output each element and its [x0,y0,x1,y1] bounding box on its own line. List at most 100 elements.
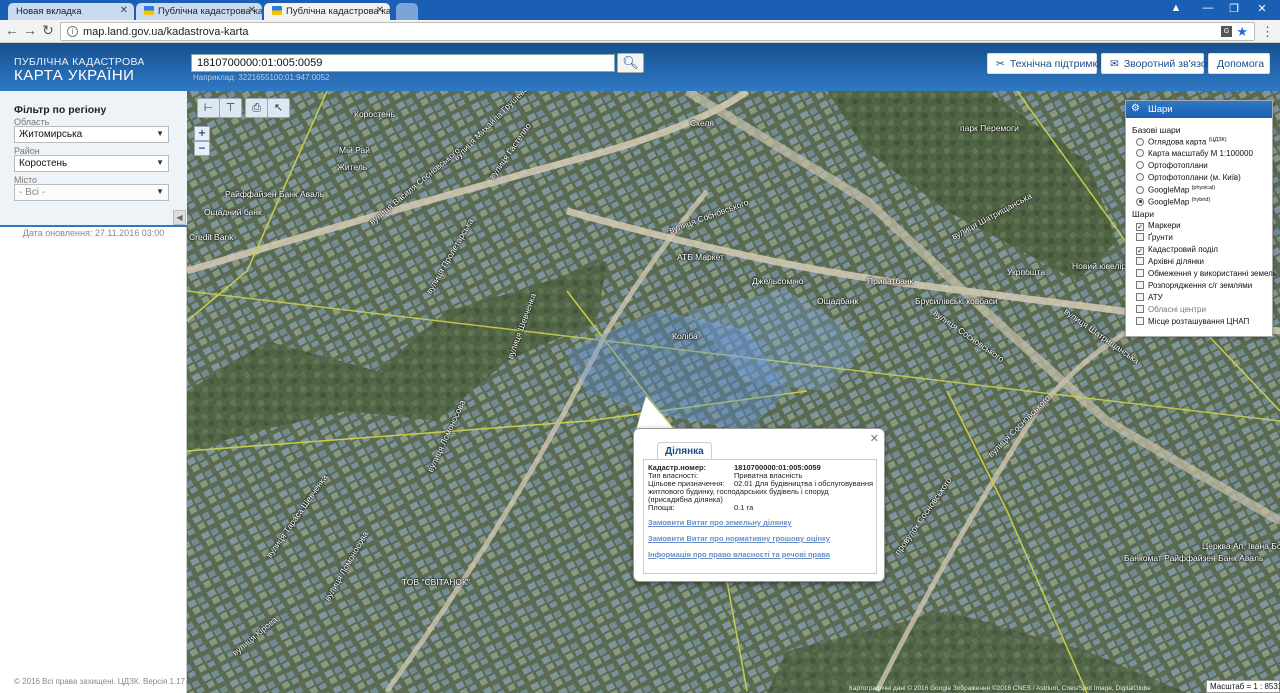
rayon-select[interactable]: Коростень ▼ [14,155,169,172]
map-label: Джельсоміно [752,276,804,286]
gear-icon: ⚙ [1131,103,1140,114]
misto-select[interactable]: - Всі - ▼ [14,184,169,201]
help-button[interactable]: Допомога [1208,53,1270,74]
minimize-icon[interactable]: — [1198,2,1218,14]
close-tab-icon[interactable]: ✕ [120,5,128,16]
overlay-layer-option[interactable]: Розпорядження с/г землями [1136,281,1252,290]
info-icon[interactable]: i [67,26,78,37]
layer-label: Кадастровий поділ [1148,245,1218,254]
restore-icon[interactable]: ❐ [1224,2,1244,15]
browser-menu-icon[interactable]: ⋮ [1261,24,1274,40]
browser-tab-active[interactable]: Публічна кадастрова ка ✕ [264,3,390,20]
overlay-layer-option[interactable]: ✓ Маркери [1136,221,1181,231]
layer-label: Обмеження у використанні земель [1148,269,1277,278]
checkbox-icon[interactable] [1136,233,1144,241]
oblast-value: Житомирська [19,129,83,140]
map-view[interactable]: Коростень Скеля парк Перемоги Мій Рай Жи… [187,91,1280,693]
measure-area-icon[interactable]: ⊤ [219,98,242,118]
favicon-icon [144,6,154,15]
misto-value: - Всі - [19,187,46,198]
search-button[interactable]: 🔍︎ [617,53,644,73]
order-valuation-extract-link[interactable]: Замовити Витяг про нормативну грошову оц… [648,534,830,543]
checkbox-icon[interactable] [1136,269,1144,277]
close-tab-icon[interactable]: ✕ [248,5,256,16]
overlay-layer-option[interactable]: Місце розташування ЦНАП [1136,317,1249,326]
rayon-value: Коростень [19,158,68,169]
region-filter: Фільтр по регіону Область Житомирська ▼ … [0,91,187,227]
forward-icon[interactable]: → [21,22,39,38]
help-label: Допомога [1217,58,1265,70]
filter-title: Фільтр по регіону [14,104,107,116]
oblast-select[interactable]: Житомирська ▼ [14,126,169,143]
checkbox-checked-icon[interactable]: ✓ [1136,223,1144,231]
zoom-in-button[interactable]: + [194,126,210,141]
base-layer-option[interactable]: Ортофотоплани (м. Київ) [1136,173,1241,182]
overlay-layers-title: Шари [1132,209,1154,219]
map-label: Брусилівські ковбаси [915,296,998,306]
overlay-layer-option[interactable]: АТУ [1136,293,1163,302]
map-label: Credit Bank [189,232,234,242]
identify-icon[interactable]: ↖ [267,98,290,118]
ownership-info-link[interactable]: Інформація про право власності та речові… [648,550,830,559]
address-bar: ← → ↻ i map.land.gov.ua/kadastrova-karta… [0,20,1280,43]
close-tab-icon[interactable]: ✕ [376,5,384,16]
base-layer-option[interactable]: GoogleMap (hybrid) [1136,197,1210,207]
layer-label: GoogleMap [1148,197,1190,207]
measure-line-icon[interactable]: ⊢ [197,98,220,118]
tab-label: Публічна кадастрова ка [286,6,390,17]
checkbox-icon[interactable] [1136,293,1144,301]
base-layer-option[interactable]: Карта масштабу М 1:100000 [1136,149,1253,158]
translate-icon[interactable]: G [1221,26,1232,37]
map-label: парк Перемоги [960,123,1019,133]
radio-icon[interactable] [1136,137,1144,146]
layers-header[interactable]: ⚙ Шари [1126,101,1272,118]
close-window-icon[interactable]: ✕ [1252,2,1272,15]
radio-icon[interactable] [1136,161,1144,169]
layer-label: Обласні центри [1148,305,1206,314]
map-label: Коліба [672,331,698,341]
zoom-out-button[interactable]: − [194,141,210,156]
cadastral-search-input[interactable]: 1810700000:01:005:0059 [191,54,615,72]
radio-icon[interactable] [1136,185,1144,194]
copyright: © 2016 Всі права захищені. ЦДЗК. Версія … [14,677,186,686]
map-label: Коростень [354,109,396,119]
print-icon[interactable]: ⎙ [245,98,268,118]
browser-tab[interactable]: Публічна кадастрова ка ✕ [136,3,262,20]
browser-tab[interactable]: Новая вкладка ✕ [8,3,134,20]
base-layer-option[interactable]: GoogleMap (physical) [1136,185,1215,195]
dropdown-arrow-icon: ▼ [156,187,164,196]
overlay-layer-option[interactable]: Архівні ділянки [1136,257,1204,266]
feedback-button[interactable]: ✉ Зворотний зв'язок [1101,53,1211,74]
base-layer-option[interactable]: Оглядова карта (ЦДЗК) [1136,137,1227,147]
checkbox-icon [1136,305,1144,313]
bookmark-star-icon[interactable]: ★ [1236,24,1248,40]
overlay-layer-option[interactable]: ✓ Кадастровий поділ [1136,245,1218,255]
search-hint: Наприклад: 3221655100:01:947:0052 [193,73,330,82]
overlay-layer-option[interactable]: Ґрунти [1136,233,1173,242]
collapse-sidebar-button[interactable]: ◀ [173,210,186,225]
checkbox-icon[interactable] [1136,317,1144,325]
base-layers-title: Базові шари [1132,125,1181,135]
parcel-tab[interactable]: Ділянка [657,442,712,459]
new-tab-button[interactable] [396,3,418,20]
checkbox-checked-icon[interactable]: ✓ [1136,247,1144,255]
checkbox-icon[interactable] [1136,257,1144,265]
checkbox-icon[interactable] [1136,281,1144,289]
base-layer-option[interactable]: Ортофотоплани [1136,161,1208,170]
back-icon[interactable]: ← [3,22,21,38]
close-icon[interactable]: ✕ [870,432,879,445]
user-icon[interactable]: ▲ [1166,2,1186,14]
map-attribution: Картографічні дані © 2016 Google Зображе… [849,685,1151,692]
layer-label: Карта масштабу М 1:100000 [1148,149,1253,158]
overlay-layer-option[interactable]: Обмеження у використанні земель [1136,269,1277,278]
radio-icon[interactable] [1136,173,1144,181]
tech-support-button[interactable]: ✂ Технічна підтримка [987,53,1103,74]
reload-icon[interactable]: ↻ [39,22,57,39]
dropdown-arrow-icon: ▼ [156,158,164,167]
url-field[interactable]: i map.land.gov.ua/kadastrova-karta G ★ [60,22,1255,41]
map-label: Скеля [690,118,714,128]
radio-selected-icon[interactable] [1136,197,1144,206]
tools-icon: ✂ [996,58,1005,70]
order-parcel-extract-link[interactable]: Замовити Витяг про земельну ділянку [648,518,792,527]
radio-icon[interactable] [1136,149,1144,157]
